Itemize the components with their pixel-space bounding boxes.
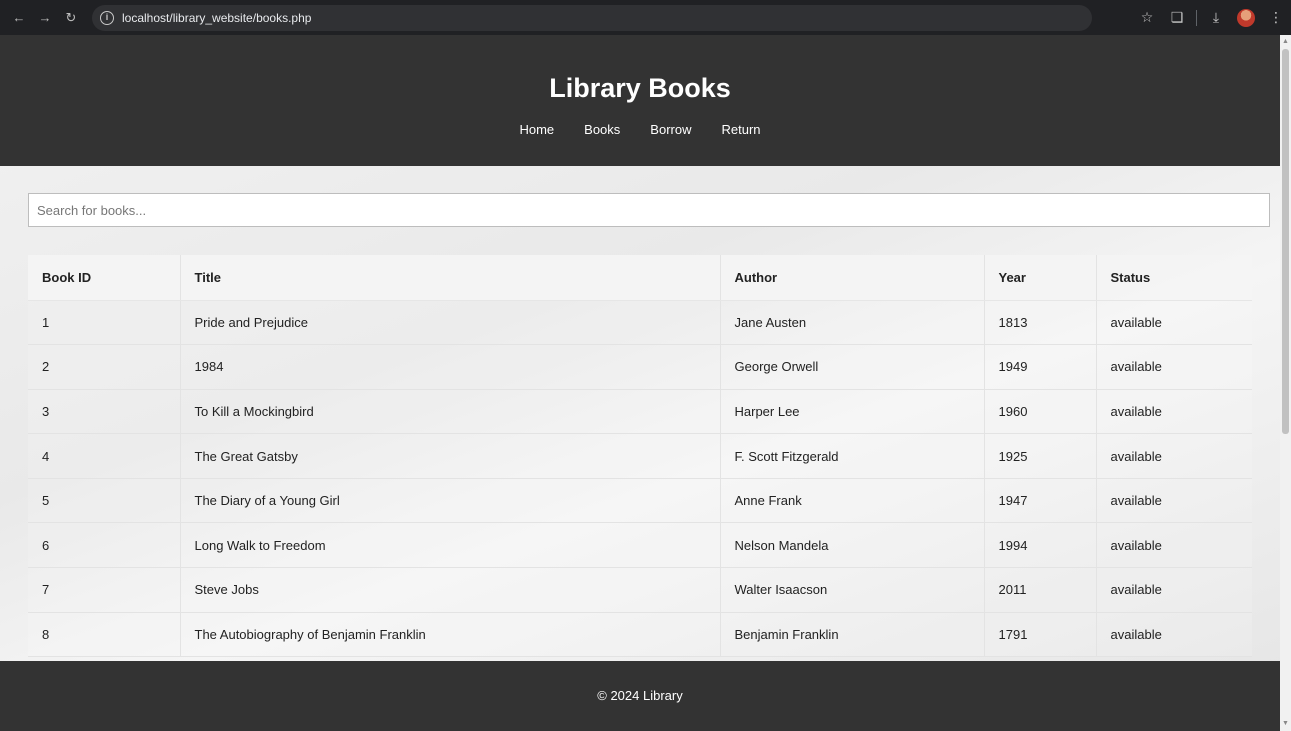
star-icon[interactable]: ☆ [1132, 3, 1162, 33]
table-row: 8 The Autobiography of Benjamin Franklin… [28, 612, 1252, 658]
toolbar-divider [1196, 9, 1197, 26]
site-header: Library Books Home Books Borrow Return [0, 35, 1280, 166]
cell-author: Benjamin Franklin [719, 612, 984, 658]
cell-author: Nelson Mandela [719, 522, 984, 569]
site-footer: © 2024 Library [0, 661, 1280, 731]
site-nav: Home Books Borrow Return [0, 122, 1280, 137]
search-input[interactable] [28, 193, 1270, 227]
footer-copyright: © 2024 Library [597, 688, 683, 703]
profile-avatar[interactable] [1231, 3, 1261, 33]
nav-link-return[interactable]: Return [706, 122, 775, 137]
cell-year: 1925 [983, 433, 1096, 479]
table-row: 3 To Kill a Mockingbird Harper Lee 1960 … [28, 389, 1252, 435]
page-viewport: Library Books Home Books Borrow Return B… [0, 35, 1280, 731]
nav-link-borrow[interactable]: Borrow [635, 122, 706, 137]
cell-author: Harper Lee [719, 389, 984, 435]
cell-title: The Diary of a Young Girl [179, 478, 720, 524]
forward-arrow-icon[interactable]: → [32, 5, 58, 31]
column-header-status: Status [1095, 255, 1252, 301]
cell-status: available [1095, 567, 1252, 613]
cell-status: available [1095, 344, 1252, 390]
cell-status: available [1095, 612, 1252, 658]
table-row: 4 The Great Gatsby F. Scott Fitzgerald 1… [28, 433, 1252, 479]
cell-year: 2011 [983, 567, 1096, 613]
scroll-up-arrow-icon[interactable]: ▲ [1282, 37, 1289, 47]
column-header-author: Author [719, 255, 984, 301]
cell-year: 1791 [983, 612, 1096, 658]
cell-author: Anne Frank [719, 478, 984, 524]
cell-book-id: 1 [28, 300, 180, 346]
table-row: 6 Long Walk to Freedom Nelson Mandela 19… [28, 522, 1252, 569]
cell-year: 1813 [983, 300, 1096, 346]
table-row: 7 Steve Jobs Walter Isaacson 2011 availa… [28, 567, 1252, 613]
cell-title: Steve Jobs [179, 567, 720, 613]
page-scrollbar[interactable]: ▲ ▼ [1280, 35, 1291, 731]
cell-book-id: 6 [28, 522, 180, 569]
avatar [1237, 8, 1255, 27]
nav-link-home[interactable]: Home [504, 122, 569, 137]
column-header-title: Title [179, 255, 720, 301]
books-table: Book ID Title Author Year Status 1 Pride… [28, 255, 1252, 658]
cell-book-id: 5 [28, 478, 180, 524]
cell-author: F. Scott Fitzgerald [719, 433, 984, 479]
address-bar[interactable]: i localhost/library_website/books.php [92, 4, 1092, 31]
scrollbar-thumb[interactable] [1282, 49, 1289, 434]
table-row: 2 1984 George Orwell 1949 available [28, 344, 1252, 390]
cell-book-id: 8 [28, 612, 180, 658]
cell-title: To Kill a Mockingbird [179, 389, 720, 435]
cell-title: The Autobiography of Benjamin Franklin [179, 612, 720, 658]
cell-author: Walter Isaacson [719, 567, 984, 613]
cell-title: Pride and Prejudice [179, 300, 720, 346]
cell-status: available [1095, 522, 1252, 569]
cell-book-id: 4 [28, 433, 180, 479]
nav-link-books[interactable]: Books [569, 122, 635, 137]
cell-year: 1947 [983, 478, 1096, 524]
kebab-menu-icon[interactable]: ⋮ [1261, 3, 1291, 33]
cell-author: George Orwell [719, 344, 984, 390]
search-container [0, 166, 1280, 227]
cell-year: 1960 [983, 389, 1096, 435]
cell-book-id: 7 [28, 567, 180, 613]
cell-book-id: 3 [28, 389, 180, 435]
cell-status: available [1095, 433, 1252, 479]
cell-title: 1984 [179, 344, 720, 390]
cell-status: available [1095, 300, 1252, 346]
browser-toolbar: ← → ↻ i localhost/library_website/books.… [0, 0, 1291, 35]
extensions-icon[interactable]: ❏ [1162, 3, 1192, 33]
back-arrow-icon[interactable]: ← [6, 5, 32, 31]
cell-author: Jane Austen [719, 300, 984, 346]
cell-book-id: 2 [28, 344, 180, 390]
download-icon[interactable]: ⤓ [1201, 3, 1231, 33]
table-header-row: Book ID Title Author Year Status [28, 255, 1252, 301]
page-title: Library Books [549, 73, 731, 103]
cell-title: Long Walk to Freedom [179, 522, 720, 569]
table-row: 1 Pride and Prejudice Jane Austen 1813 a… [28, 300, 1252, 346]
cell-title: The Great Gatsby [179, 433, 720, 479]
url-text[interactable]: localhost/library_website/books.php [122, 11, 311, 25]
column-header-book-id: Book ID [28, 255, 180, 301]
cell-year: 1994 [983, 522, 1096, 569]
cell-status: available [1095, 389, 1252, 435]
info-icon[interactable]: i [100, 10, 114, 25]
table-row: 5 The Diary of a Young Girl Anne Frank 1… [28, 478, 1252, 524]
scroll-down-arrow-icon[interactable]: ▼ [1282, 719, 1289, 729]
cell-year: 1949 [983, 344, 1096, 390]
column-header-year: Year [983, 255, 1096, 301]
cell-status: available [1095, 478, 1252, 524]
reload-icon[interactable]: ↻ [58, 5, 84, 31]
